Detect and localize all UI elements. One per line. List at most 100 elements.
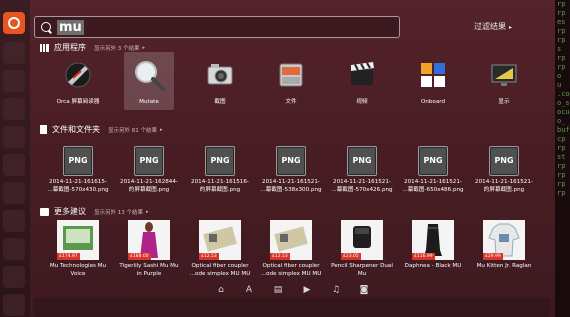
files-section-header: 文件和文件夹 显示另外 81 个结果 ▸ [40,124,163,135]
apps-more-results[interactable]: 显示另外 3 个结果 [94,44,140,52]
music-lens-icon[interactable]: ♫ [331,285,341,295]
product-name-line1: Pencil Sharpener Dual [331,263,393,269]
suggestion-item[interactable]: £12.53 Optical fiber coupler ...ode simp… [184,220,256,278]
product-name-line1: Optical fiber coupler [262,263,320,269]
file-item[interactable]: PNG 2014-11-21-161521- ...幕截图-570x426.pn… [326,146,398,194]
file-item[interactable]: PNG 2014-11-21-161521- ...幕截图-538x300.pn… [255,146,327,194]
file-item[interactable]: PNG 2014-11-21-161521- ...幕截图-650x486.pn… [397,146,469,194]
app-label: Mutate [139,99,159,105]
png-file-icon: PNG [489,146,519,176]
chevron-right-icon: ▸ [160,126,163,133]
terminal-line: es [557,18,566,26]
terminal-line: rp [557,54,566,62]
launcher-slot-5[interactable] [3,154,25,176]
file-item[interactable]: PNG 2014-11-21-161615- ...幕截图-570x430.pn… [42,146,114,194]
png-file-icon: PNG [134,146,164,176]
home-icon[interactable]: ⌂ [216,285,226,295]
files-lens-icon[interactable]: ▤ [273,285,283,295]
launcher-slot-3[interactable] [3,98,25,120]
ubuntu-logo-icon [8,17,20,29]
apps-lens-icon[interactable]: A [244,285,254,295]
suggestion-item[interactable]: £116.99 Daphnea - Black MU [397,220,469,270]
app-videos[interactable]: 视频 [326,58,398,106]
app-files[interactable]: 文件 [255,58,327,106]
file-name-line2: 的屏幕截图.png [483,187,525,193]
terminal-line: rp [557,36,566,44]
suggestion-item[interactable]: £29.99 Mu Kitten Jr. Raglan [468,220,540,270]
video-lens-icon[interactable]: ▶ [302,285,312,295]
app-label: 截图 [214,99,226,105]
files-section-title: 文件和文件夹 [52,125,100,134]
terminal-line: rp [557,180,566,188]
suggestion-item[interactable]: £12.53 Optical fiber coupler ...ode simp… [255,220,327,278]
launcher-slot-1[interactable] [3,42,25,64]
filter-results-button[interactable]: 过滤结果 ▸ [474,21,512,32]
terminal-line: rp [557,0,566,8]
terminal-line: rp [557,162,566,170]
app-screenshot[interactable]: 截图 [184,58,256,106]
terminal-line: rp [557,27,566,35]
app-label: 视频 [356,99,368,105]
launcher-slot-8[interactable] [3,238,25,260]
product-name-line2: ...ode simplex MU MU [189,271,251,277]
suggestions-section-title: 更多建议 [54,207,86,216]
file-name-line2: ...幕截图-570x430.png [47,187,109,193]
suggestion-item[interactable]: £174.97 Mu Technologies Mu Voice [42,220,114,278]
file-name-line1: 2014-11-21-161516- [191,179,249,185]
file-item[interactable]: PNG 2014-11-21-162844- 的屏幕截图.png [113,146,185,194]
product-thumbnail: £12.53 [199,220,241,260]
launcher-slot-10[interactable] [3,294,25,316]
terminal-line: rp [557,171,566,179]
file-name-line1: 2014-11-21-161615- [49,179,107,185]
terminal-line: buf [557,126,570,134]
price-badge: £116.99 [412,253,435,260]
display-icon [491,64,517,86]
terminal-line: o [557,72,562,80]
search-bar[interactable]: mu [34,16,400,38]
files-more-results[interactable]: 显示另外 81 个结果 [108,126,157,134]
app-mutate[interactable]: Mutate [113,58,185,106]
launcher-slot-4[interactable] [3,126,25,148]
launcher-slot-2[interactable] [3,70,25,92]
search-input[interactable]: mu [57,19,84,35]
ubuntu-dash-button[interactable] [3,12,25,34]
product-name-line2: Voice [70,271,86,277]
price-badge: £174.97 [57,253,80,260]
file-name-line1: 2014-11-21-161521- [475,179,533,185]
app-display[interactable]: 显示 [468,58,540,106]
product-thumbnail: £188.00 [128,220,170,260]
app-label: 文件 [285,99,297,105]
file-name-line2: 的屏幕截图.png [199,187,241,193]
terminal-line: u [557,81,562,89]
launcher-slot-9[interactable] [3,266,25,288]
file-name-line1: 2014-11-21-161521- [262,179,320,185]
app-onboard[interactable]: Onboard [397,58,469,106]
lens-bar [34,298,550,317]
suggestion-item[interactable]: £23.05 Pencil Sharpener Dual Mu [326,220,398,278]
terminal-line: rp [557,63,566,71]
file-item[interactable]: PNG 2014-11-21-161521- 的屏幕截图.png [468,146,540,194]
terminal-line: cp [557,135,566,143]
app-label: Onboard [420,99,446,105]
suggestion-item[interactable]: £188.00 Tigerlily Sashi Mu Mu in Purple [113,220,185,278]
photo-lens-icon[interactable]: ◙ [359,285,369,295]
product-thumbnail: £23.05 [341,220,383,260]
terminal-line: rp [557,144,566,152]
chevron-right-icon: ▸ [509,24,513,31]
file-name-line1: 2014-11-21-162844- [120,179,178,185]
suggestions-more-results[interactable]: 显示另外 13 个结果 [94,208,143,216]
terminal-line: st [557,153,566,161]
price-badge: £23.05 [341,253,361,260]
file-name-line2: 的屏幕截图.png [128,187,170,193]
launcher-slot-6[interactable] [3,182,25,204]
product-thumbnail: £116.99 [412,220,454,260]
terminal-line: .co [557,90,570,98]
file-item[interactable]: PNG 2014-11-21-161516- 的屏幕截图.png [184,146,256,194]
product-name-line1: Mu Kitten Jr. Raglan [476,263,532,269]
product-thumbnail: £29.99 [483,220,525,260]
app-orca[interactable]: Orca 屏幕阅读器 [42,58,114,106]
launcher-slot-7[interactable] [3,210,25,232]
png-file-icon: PNG [347,146,377,176]
terminal-line: rp [557,9,566,17]
camera-icon [207,64,233,85]
